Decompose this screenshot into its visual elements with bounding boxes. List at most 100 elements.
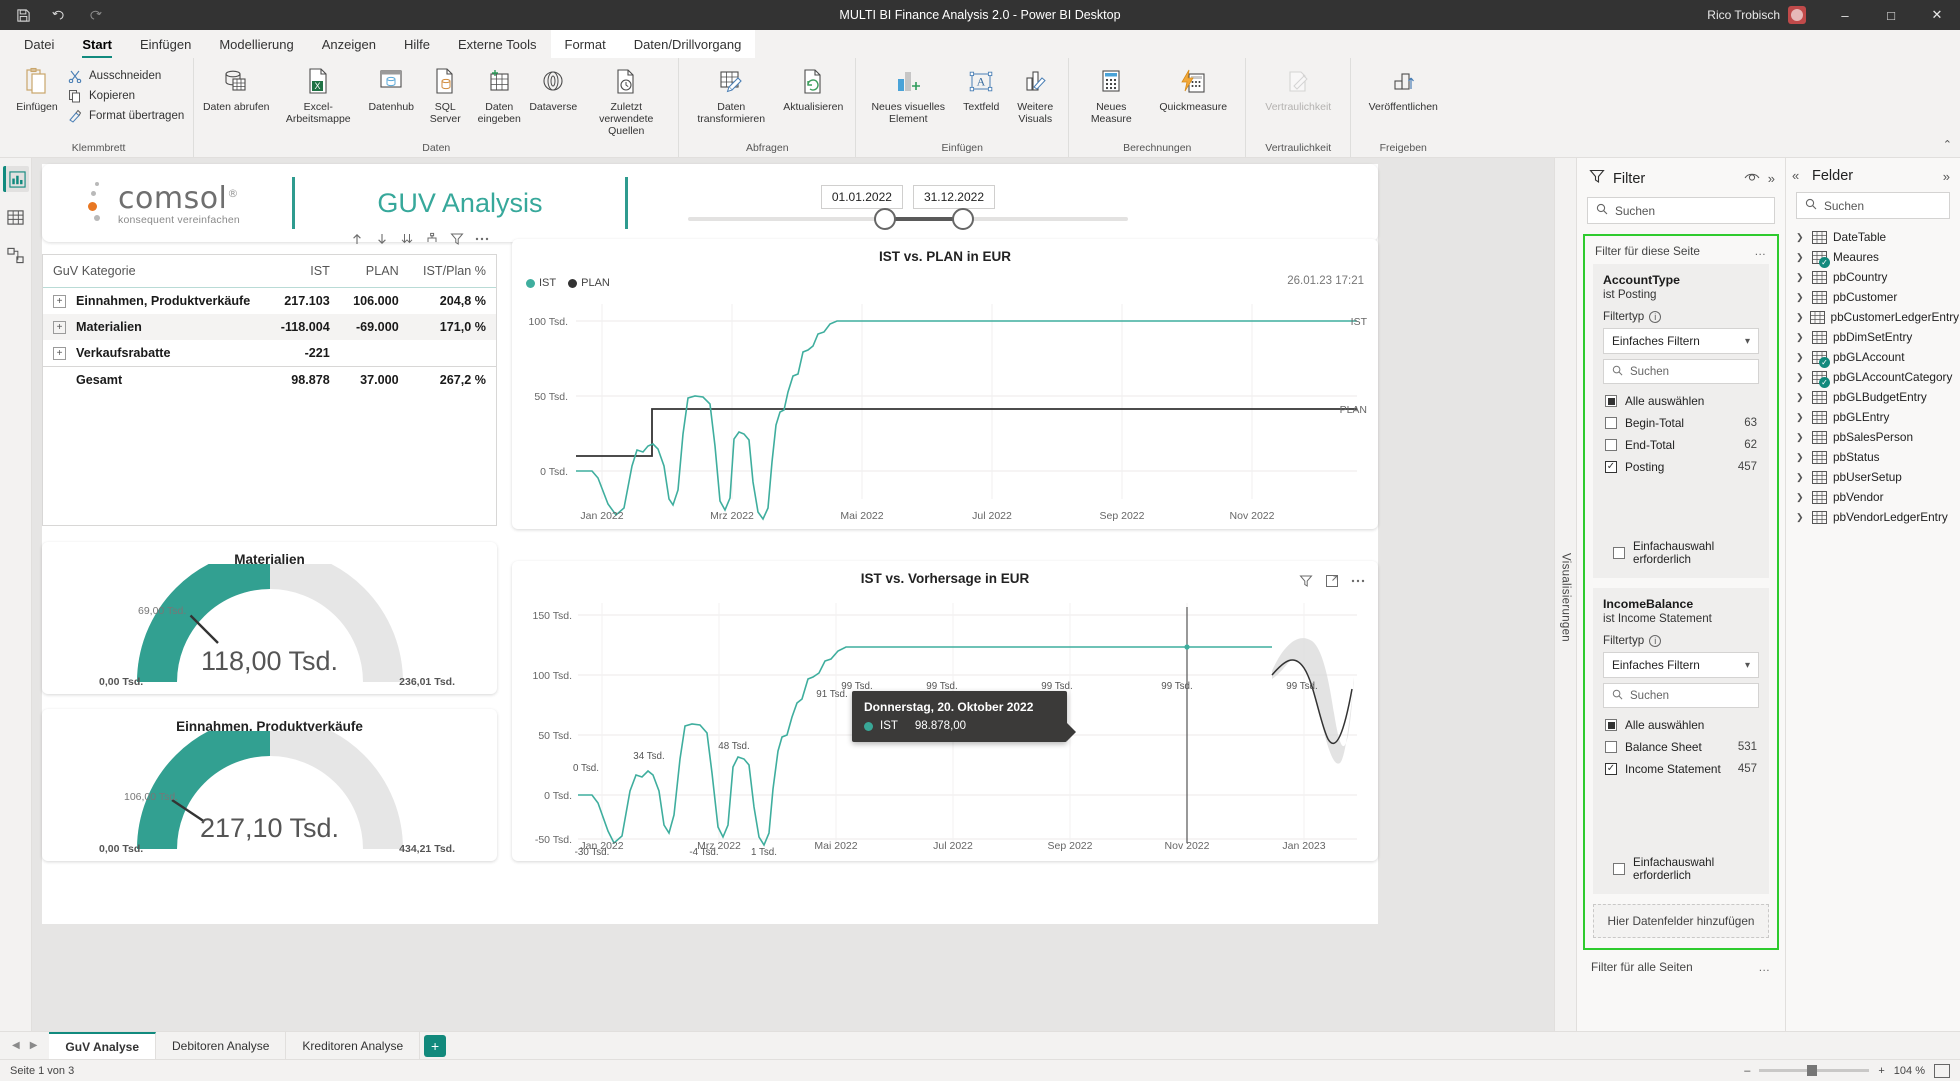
more-visuals-button[interactable]: Weitere Visuals xyxy=(1008,63,1062,128)
filter-drop-zone[interactable]: Hier Datenfelder hinzufügen xyxy=(1593,904,1769,938)
more-options-icon[interactable]: … xyxy=(1758,960,1771,974)
tab-externe-tools[interactable]: Externe Tools xyxy=(444,30,551,58)
checkbox-icon[interactable] xyxy=(1605,395,1617,407)
refresh-button[interactable]: Aktualisieren xyxy=(777,63,849,116)
datahub-button[interactable]: Datenhub xyxy=(364,63,418,116)
slicer-track[interactable] xyxy=(687,208,1128,230)
new-measure-button[interactable]: Neues Measure xyxy=(1075,63,1147,128)
checkbox-icon[interactable] xyxy=(1605,719,1617,731)
cut-button[interactable]: Ausschneiden xyxy=(64,67,187,85)
row-label-cell[interactable]: + Verkaufsrabatte xyxy=(43,340,267,367)
slicer-handle-end[interactable] xyxy=(951,208,974,230)
expand-all-down-icon[interactable] xyxy=(399,231,415,247)
filter-item-select-all[interactable]: Alle auswählen xyxy=(1603,390,1759,412)
minimize-button[interactable]: – xyxy=(1822,0,1868,30)
eye-icon[interactable] xyxy=(1744,170,1760,187)
filter-item[interactable]: Begin-Total 63 xyxy=(1603,412,1759,434)
filter-search-input[interactable]: Suchen xyxy=(1587,197,1775,224)
avatar[interactable] xyxy=(1788,6,1806,24)
col-plan[interactable]: PLAN xyxy=(339,255,409,288)
checkbox-icon[interactable] xyxy=(1605,417,1617,429)
chevron-right-icon[interactable]: ❯ xyxy=(1796,492,1806,503)
filter-card-search-input[interactable]: Suchen xyxy=(1603,359,1759,384)
publish-button[interactable]: Veröffentlichen xyxy=(1357,63,1449,116)
filter-icon[interactable] xyxy=(449,231,465,247)
slicer-start-date[interactable]: 01.01.2022 xyxy=(820,185,903,209)
filter-type-select[interactable]: Einfaches Filtern ▾ xyxy=(1603,328,1759,354)
tab-start[interactable]: Start xyxy=(68,30,126,58)
tab-datei[interactable]: Datei xyxy=(10,30,68,58)
expand-pane-icon[interactable]: « xyxy=(1792,168,1799,183)
filter-type-select[interactable]: Einfaches Filtern ▾ xyxy=(1603,652,1759,678)
focus-mode-icon[interactable] xyxy=(1324,573,1340,589)
field-item-pbglaccount[interactable]: ❯ ✓ pbGLAccount xyxy=(1786,347,1960,368)
zoom-in-button[interactable]: + xyxy=(1878,1065,1884,1077)
collapse-ribbon-button[interactable]: ⌃ xyxy=(1943,138,1952,151)
tab-format[interactable]: Format xyxy=(550,30,620,58)
drill-hierarchy-icon[interactable] xyxy=(424,231,440,247)
filter-item[interactable]: End-Total 62 xyxy=(1603,434,1759,456)
field-item-pbusersetup[interactable]: ❯ pbUserSetup xyxy=(1786,467,1960,487)
checkbox-icon[interactable] xyxy=(1613,547,1625,559)
table-row[interactable]: + Einnahmen, Produktverkäufe 217.103 106.… xyxy=(43,288,496,315)
col-ist[interactable]: IST xyxy=(267,255,340,288)
chevron-right-icon[interactable]: ❯ xyxy=(1796,372,1806,383)
redo-icon[interactable] xyxy=(84,4,106,26)
collapse-pane-icon[interactable]: » xyxy=(1943,169,1950,184)
more-options-icon[interactable] xyxy=(474,231,490,247)
field-item-pbglentry[interactable]: ❯ pbGLEntry xyxy=(1786,407,1960,427)
field-item-pbglaccountcategory[interactable]: ❯ ✓ pbGLAccountCategory xyxy=(1786,367,1960,388)
row-expander-icon[interactable]: + xyxy=(53,294,66,308)
gauge-materialien[interactable]: Materialien 118,00 Tsd. 0,00 Tsd. 236,01… xyxy=(42,542,497,694)
filter-item[interactable]: Balance Sheet 531 xyxy=(1603,736,1759,758)
row-label-cell[interactable]: + Materialien xyxy=(43,314,268,340)
tab-hilfe[interactable]: Hilfe xyxy=(390,30,444,58)
enter-data-button[interactable]: Daten eingeben xyxy=(472,63,526,128)
fields-search-input[interactable]: Suchen xyxy=(1796,192,1950,219)
sensitivity-button[interactable]: Vertraulichkeit xyxy=(1252,63,1344,116)
collapse-down-icon[interactable] xyxy=(374,231,390,247)
model-view-icon[interactable] xyxy=(3,242,29,268)
all-pages-filters-row[interactable]: Filter für alle Seiten … xyxy=(1577,950,1785,984)
row-expander-icon[interactable]: + xyxy=(53,346,66,360)
gauge-einnahmen[interactable]: Einnahmen, Produktverkäufe 217,10 Tsd. 0… xyxy=(42,709,497,861)
quick-measure-button[interactable]: Quickmeasure xyxy=(1147,63,1239,116)
filter-icon[interactable] xyxy=(1298,573,1314,589)
new-visual-button[interactable]: Neues visuelles Element xyxy=(862,63,954,128)
field-item-pbcustomerledgerentry[interactable]: ❯ pbCustomerLedgerEntry xyxy=(1786,307,1960,327)
filter-item-select-all[interactable]: Alle auswählen xyxy=(1603,714,1759,736)
filter-item[interactable]: Income Statement 457 xyxy=(1603,758,1759,780)
legend-item-ist[interactable]: IST xyxy=(526,277,556,289)
more-options-icon[interactable]: … xyxy=(1754,244,1767,258)
chevron-right-icon[interactable]: ❯ xyxy=(1796,352,1806,363)
visualizations-collapsed-pane[interactable]: Visualisierungen xyxy=(1554,158,1576,1037)
checkbox-icon[interactable] xyxy=(1613,863,1625,875)
field-item-pbstatus[interactable]: ❯ pbStatus xyxy=(1786,447,1960,467)
filter-card-accounttype[interactable]: AccountType ist Posting Filtertyp i Einf… xyxy=(1593,264,1769,578)
paste-button[interactable]: Einfügen xyxy=(10,63,64,116)
more-options-icon[interactable] xyxy=(1350,573,1366,589)
info-icon[interactable]: i xyxy=(1649,310,1662,323)
field-item-pbglbudgetentry[interactable]: ❯ pbGLBudgetEntry xyxy=(1786,387,1960,407)
tab-einfuegen[interactable]: Einfügen xyxy=(126,30,205,58)
filter-card-search-input[interactable]: Suchen xyxy=(1603,683,1759,708)
checkbox-icon[interactable] xyxy=(1605,461,1617,473)
zoom-slider-knob[interactable] xyxy=(1807,1065,1818,1076)
chevron-right-icon[interactable]: ❯ xyxy=(1796,272,1806,283)
single-select-row[interactable]: Einfachauswahl erforderlich xyxy=(1603,846,1759,892)
chevron-right-icon[interactable]: ❯ xyxy=(1796,332,1806,343)
checkbox-icon[interactable] xyxy=(1605,763,1617,775)
guv-matrix-visual[interactable]: GuV Kategorie IST PLAN IST/Plan % + Einna… xyxy=(42,232,497,526)
data-view-icon[interactable] xyxy=(3,204,29,230)
chevron-right-icon[interactable]: ❯ xyxy=(1796,432,1806,443)
field-item-pbvendorledgerentry[interactable]: ❯ pbVendorLedgerEntry xyxy=(1786,507,1960,527)
chevron-right-icon[interactable]: ❯ xyxy=(1796,232,1806,243)
date-range-slicer[interactable]: 01.01.2022 31.12.2022 xyxy=(628,185,1188,230)
field-item-meaures[interactable]: ❯ ✓ Meaures xyxy=(1786,247,1960,268)
chart-ist-vs-plan[interactable]: IST vs. PLAN in EUR IST PLAN 26.01.23 17… xyxy=(512,239,1378,529)
chevron-right-icon[interactable]: ❯ xyxy=(1796,392,1806,403)
sql-server-button[interactable]: SQL Server xyxy=(418,63,472,128)
chevron-right-icon[interactable]: ❯ xyxy=(1796,292,1806,303)
field-item-pbdimsetentry[interactable]: ❯ pbDimSetEntry xyxy=(1786,327,1960,347)
report-canvas[interactable]: comsol® konsequent vereinfachen GUV Anal… xyxy=(32,158,1576,1037)
